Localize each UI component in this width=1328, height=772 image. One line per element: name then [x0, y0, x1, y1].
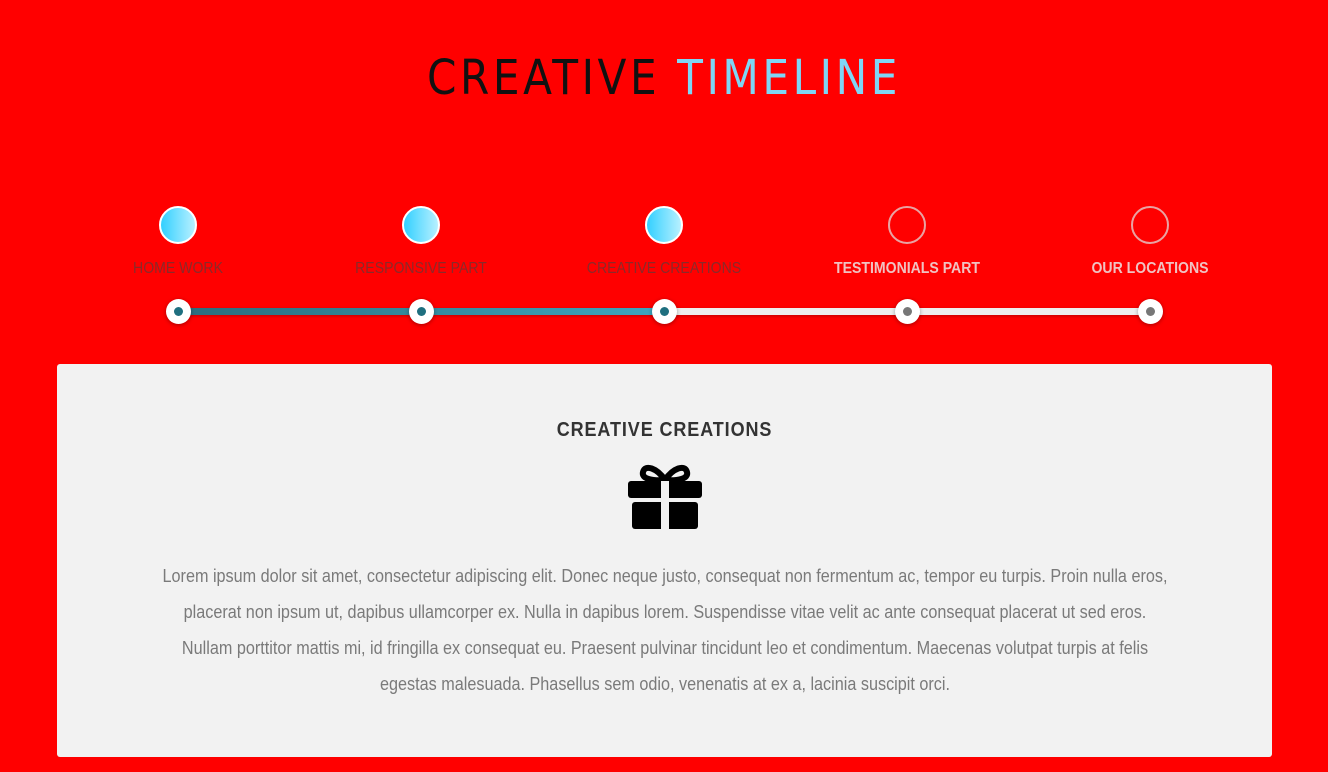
step-bubble-icon — [888, 206, 926, 244]
content-card: CREATIVE CREATIONS Lorem ipsum dolor sit… — [57, 364, 1272, 757]
step-label: CREATIVE CREATIONS — [586, 260, 742, 277]
title-part-timeline: TIMELINE — [677, 50, 901, 106]
gift-icon — [627, 464, 702, 529]
timeline-dot-home-work[interactable] — [165, 299, 191, 324]
card-body-text: Lorem ipsum dolor sit amet, consectetur … — [162, 566, 1167, 694]
timeline-step-home-work[interactable]: HOME WORK — [78, 206, 278, 278]
timeline-dot-our-locations[interactable] — [1137, 299, 1163, 324]
step-bubble-icon — [1131, 206, 1169, 244]
step-label: HOME WORK — [133, 260, 223, 277]
timeline-dot-creative-creations[interactable] — [651, 299, 677, 324]
timeline-step-testimonials-part[interactable]: TESTIMONIALS PART — [807, 206, 1007, 278]
title-part-creative: CREATIVE — [427, 50, 661, 106]
step-bubble-icon — [402, 206, 440, 244]
page-title: CREATIVE TIMELINE — [80, 50, 1249, 106]
step-bubble-icon — [645, 206, 683, 244]
timeline-step-our-locations[interactable]: OUR LOCATIONS — [1050, 206, 1250, 278]
step-label: TESTIMONIALS PART — [833, 260, 980, 277]
card-title: CREATIVE CREATIONS — [556, 419, 773, 441]
timeline-step-creative-creations[interactable]: CREATIVE CREATIONS — [564, 206, 764, 278]
timeline-step-responsive-part[interactable]: RESPONSIVE PART — [321, 206, 521, 278]
step-label: RESPONSIVE PART — [355, 260, 487, 277]
step-label: OUR LOCATIONS — [1091, 260, 1209, 277]
step-bubble-icon — [159, 206, 197, 244]
page: CREATIVE TIMELINE HOME WORK RESPONSIVE P… — [0, 0, 1328, 772]
timeline-dot-testimonials-part[interactable] — [894, 299, 920, 324]
timeline-dot-responsive-part[interactable] — [408, 299, 434, 324]
